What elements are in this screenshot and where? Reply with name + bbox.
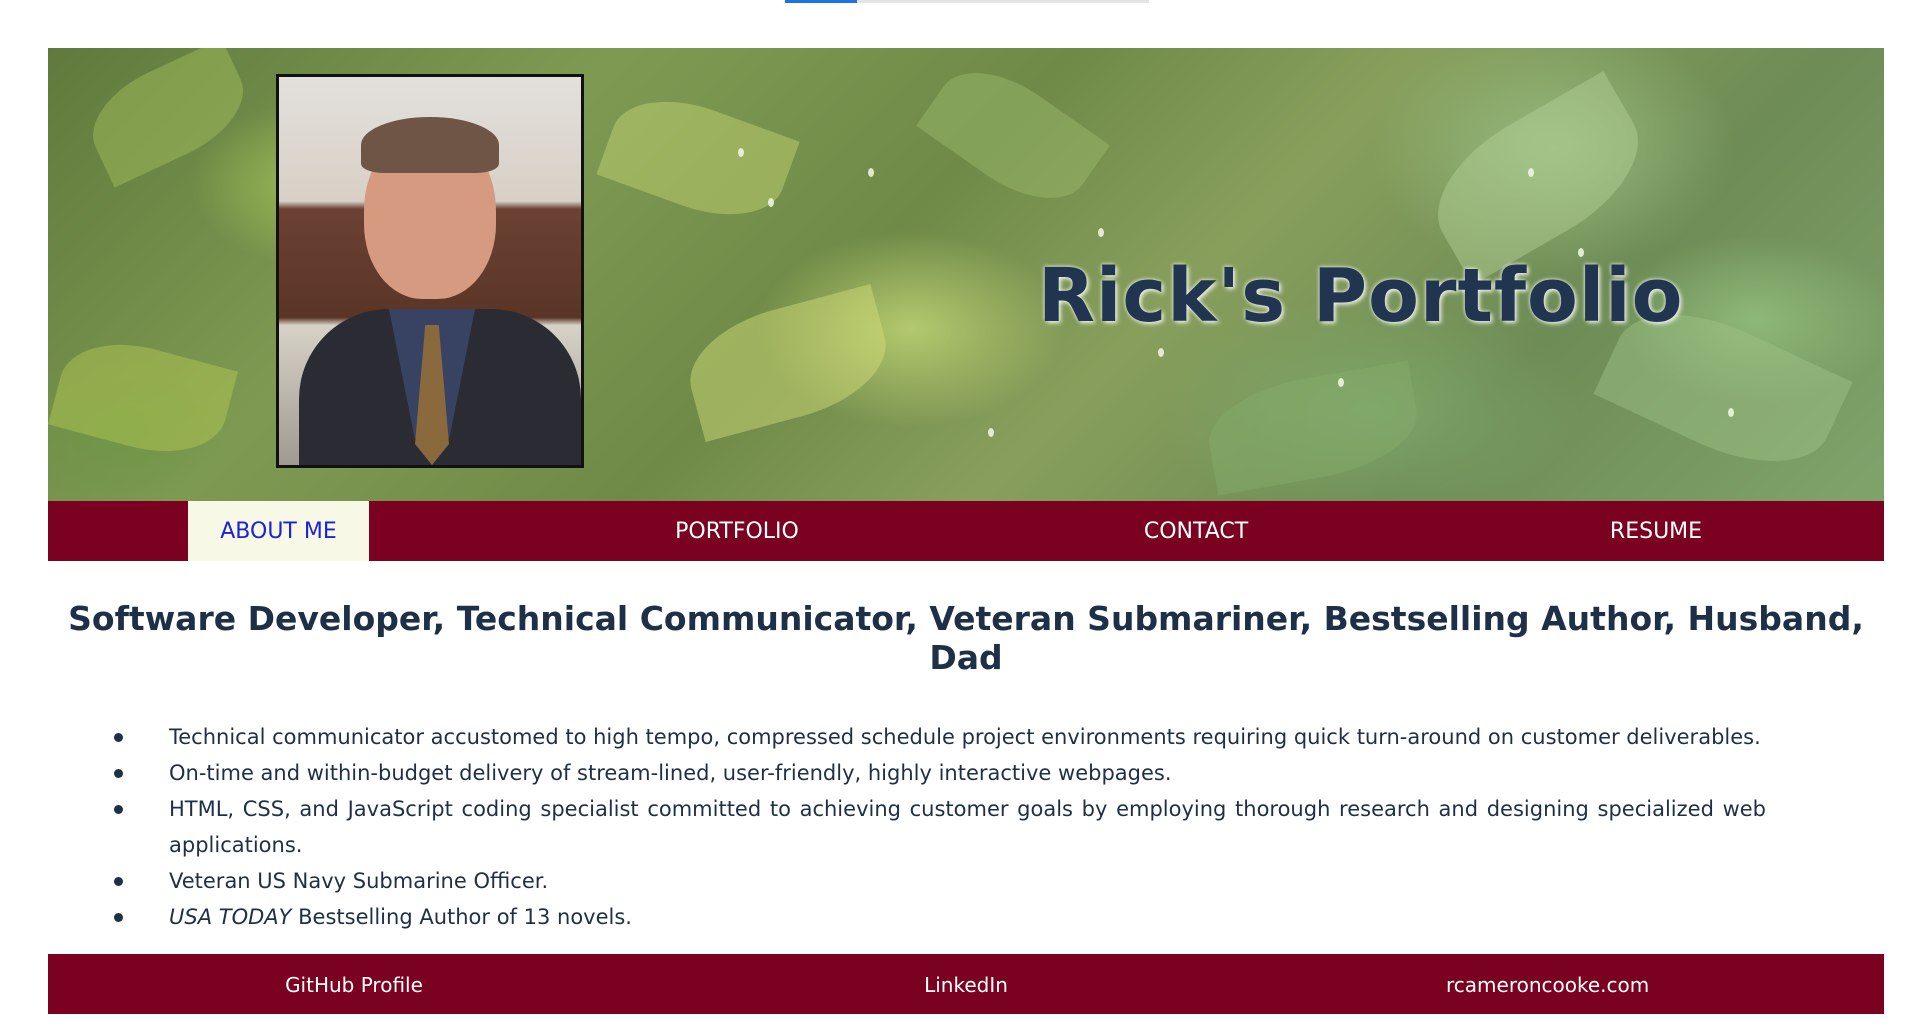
leaf-decoration [76, 48, 260, 188]
about-bullet-list: Technical communicator accustomed to hig… [48, 719, 1884, 935]
light-speck [988, 428, 994, 437]
about-headline: Software Developer, Technical Communicat… [68, 599, 1864, 677]
browser-loading-bar [785, 0, 1149, 3]
main-nav: ABOUT ME PORTFOLIO CONTACT RESUME [48, 501, 1884, 561]
light-speck [868, 168, 874, 177]
site-title: Rick's Portfolio [1038, 253, 1684, 339]
leaf-decoration [916, 48, 1110, 224]
nav-item-about-me[interactable]: ABOUT ME [188, 501, 369, 561]
leaf-decoration [677, 283, 899, 443]
bullet-icon [114, 769, 123, 778]
light-speck [1098, 228, 1104, 237]
leaf-decoration [596, 80, 800, 236]
bullet-icon [114, 733, 123, 742]
light-speck [738, 148, 744, 157]
nav-item-contact[interactable]: CONTACT [1108, 501, 1284, 561]
about-section: Software Developer, Technical Communicat… [48, 599, 1884, 935]
site-footer: GitHub Profile LinkedIn rcameroncooke.co… [48, 954, 1884, 1014]
hero-banner: Rick's Portfolio [48, 48, 1884, 501]
list-item-text: HTML, CSS, and JavaScript coding special… [169, 797, 1766, 857]
leaf-decoration [48, 327, 239, 469]
personal-website-link[interactable]: rcameroncooke.com [1446, 954, 1649, 1014]
profile-photo [276, 74, 584, 468]
list-item: HTML, CSS, and JavaScript coding special… [48, 791, 1884, 863]
list-item-text: On-time and within-budget delivery of st… [169, 761, 1172, 785]
list-item: Veteran US Navy Submarine Officer. [48, 863, 1884, 899]
light-speck [1338, 378, 1344, 387]
list-item-text: Technical communicator accustomed to hig… [169, 725, 1761, 749]
list-item-text: Veteran US Navy Submarine Officer. [169, 869, 549, 893]
light-speck [1158, 348, 1164, 357]
light-speck [1728, 408, 1734, 417]
leaf-decoration [1200, 360, 1426, 496]
github-profile-link[interactable]: GitHub Profile [270, 954, 438, 1014]
list-item: Technical communicator accustomed to hig… [48, 719, 1884, 755]
nav-item-resume[interactable]: RESUME [1568, 501, 1744, 561]
nav-item-portfolio[interactable]: PORTFOLIO [648, 501, 826, 561]
page-container: Rick's Portfolio ABOUT ME PORTFOLIO CONT… [48, 48, 1884, 1014]
bullet-icon [114, 913, 123, 922]
list-item: USA TODAY Bestselling Author of 13 novel… [48, 899, 1884, 935]
publication-name: USA TODAY [169, 905, 292, 929]
bullet-icon [114, 805, 123, 814]
list-item-text: Bestselling Author of 13 novels. [291, 905, 632, 929]
photo-hair [361, 117, 499, 173]
bullet-icon [114, 877, 123, 886]
linkedin-link[interactable]: LinkedIn [890, 954, 1042, 1014]
list-item: On-time and within-budget delivery of st… [48, 755, 1884, 791]
light-speck [768, 198, 774, 207]
loading-progress [785, 0, 857, 3]
light-speck [1528, 168, 1534, 177]
